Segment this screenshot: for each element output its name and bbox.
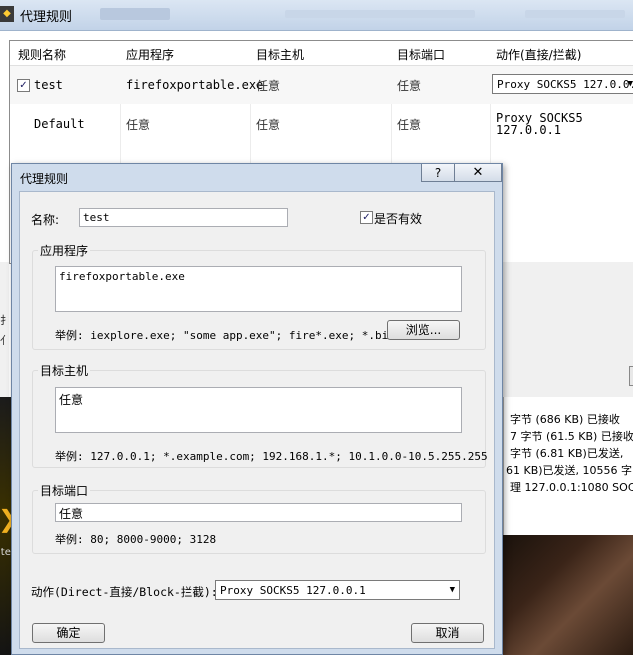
host-example: 举例: 127.0.0.1; *.example.com; 192.168.1.… <box>55 450 488 463</box>
port-example: 举例: 80; 8000-9000; 3128 <box>55 533 217 546</box>
clipped-text: 亻 <box>0 334 11 347</box>
table-header: 规则名称 应用程序 目标主机 目标端口 动作(直接/拦截) <box>10 41 633 66</box>
rule-name: test <box>34 78 63 92</box>
log-line: 字节 (6.81 KB)已发送, <box>510 447 624 460</box>
close-button[interactable]: ✕ <box>455 164 502 182</box>
rule-action-dropdown[interactable]: Proxy SOCKS5 127.0.0. ▼ <box>492 74 633 94</box>
rule-port: 任意 <box>397 118 422 132</box>
background-window-titlebar: ◆ 代理规则 <box>0 0 633 31</box>
help-icon: ? <box>434 166 442 180</box>
blurred-tab <box>285 10 475 18</box>
action-label: 动作(Direct-直接/Block-拦截): <box>31 585 218 599</box>
rule-enabled-checkbox[interactable]: ✓ <box>17 79 30 92</box>
log-line: 61 KB)已发送, 10556 字 <box>506 464 633 477</box>
host-group-title: 目标主机 <box>38 362 91 379</box>
chevron-down-icon: ▼ <box>627 79 633 89</box>
column-header-application[interactable]: 应用程序 <box>126 46 174 63</box>
rule-action-line: 127.0.0.1 <box>496 123 562 137</box>
name-input[interactable]: test <box>79 208 288 227</box>
column-header-action[interactable]: 动作(直接/拦截) <box>496 46 581 63</box>
enabled-checkbox[interactable]: ✓ <box>360 211 373 224</box>
log-area: 字节 (686 KB) 已接收 7 字节 (61.5 KB) 已接收 字节 (6… <box>503 397 633 535</box>
dialog-body: 名称: test ✓ 是否有效 应用程序 firefoxportable.exe… <box>19 191 495 649</box>
action-dropdown-value: Proxy SOCKS5 127.0.0.1 <box>220 584 366 597</box>
log-line: 理 127.0.0.1:1080 SOCKS <box>510 481 633 494</box>
browse-button[interactable]: 浏览... <box>387 320 460 340</box>
background-window-title: 代理规则 <box>20 10 73 25</box>
app-icon: ◆ <box>0 6 14 22</box>
application-group-title: 应用程序 <box>38 242 91 259</box>
clipped-button[interactable] <box>629 366 633 386</box>
rule-app: firefoxportable.exe <box>126 78 264 92</box>
dialog-title: 代理规则 <box>20 172 69 186</box>
desktop-icon-label: ite <box>0 547 11 558</box>
application-example: 举例: iexplore.exe; "some app.exe"; fire*.… <box>55 329 395 342</box>
proxy-rule-dialog: 代理规则 ? ✕ 名称: test ✓ 是否有效 应用程序 firefoxpor… <box>11 163 503 655</box>
enabled-label[interactable]: 是否有效 <box>374 210 422 227</box>
close-icon: ✕ <box>472 165 484 180</box>
blurred-tab <box>100 8 170 20</box>
desktop-background-photo <box>503 535 633 655</box>
cancel-button[interactable]: 取消 <box>411 623 484 643</box>
rule-app: 任意 <box>126 118 151 132</box>
rule-action-value: Proxy SOCKS5 127.0.0. <box>497 78 633 91</box>
column-header-rule-name[interactable]: 规则名称 <box>18 46 66 63</box>
log-line: 字节 (686 KB) 已接收 <box>510 413 620 426</box>
rule-name: Default <box>34 117 85 131</box>
ok-button[interactable]: 确定 <box>32 623 105 643</box>
help-button[interactable]: ? <box>421 164 455 182</box>
blurred-tab <box>525 10 625 18</box>
background-panel <box>503 262 633 397</box>
column-header-target-host[interactable]: 目标主机 <box>256 46 304 63</box>
log-line: 7 字节 (61.5 KB) 已接收 <box>510 430 633 443</box>
rule-host: 任意 <box>256 118 281 132</box>
rule-port: 任意 <box>397 79 422 93</box>
rule-host: 任意 <box>256 79 281 93</box>
dialog-titlebar[interactable]: 代理规则 ? ✕ <box>12 164 502 191</box>
column-header-target-port[interactable]: 目标端口 <box>397 46 445 63</box>
port-input[interactable]: 任意 <box>55 503 462 522</box>
host-textarea[interactable]: 任意 <box>55 387 462 433</box>
clipped-text: 扌 <box>0 314 11 327</box>
chevron-down-icon: ▼ <box>449 585 455 595</box>
name-label: 名称: <box>31 213 60 227</box>
port-group-title: 目标端口 <box>38 482 91 499</box>
background-left-strip: 扌 亻 <box>0 262 11 397</box>
action-dropdown[interactable]: Proxy SOCKS5 127.0.0.1 ▼ <box>215 580 460 600</box>
application-textarea[interactable]: firefoxportable.exe <box>55 266 462 312</box>
table-row[interactable]: ✓ test firefoxportable.exe 任意 任意 Proxy S… <box>10 66 633 104</box>
table-row[interactable]: Default 任意 任意 任意 Proxy SOCKS5 127.0.0.1 <box>10 105 633 143</box>
